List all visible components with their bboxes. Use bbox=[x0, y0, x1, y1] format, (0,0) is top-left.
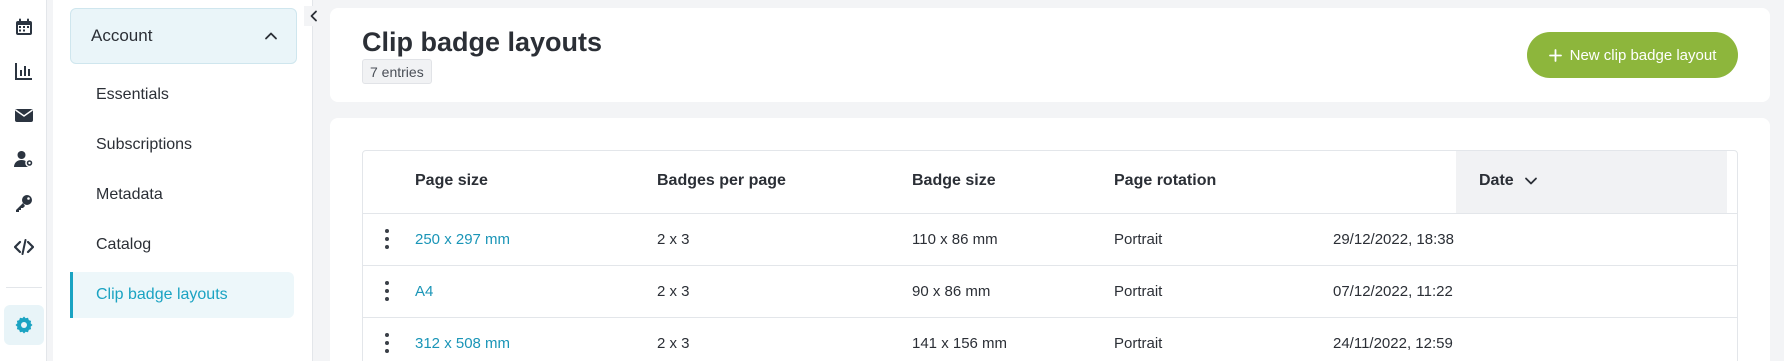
page-header: Clip badge layouts 7 entries New clip ba… bbox=[330, 8, 1770, 102]
chevron-left-icon bbox=[310, 10, 317, 22]
column-header-page-rotation[interactable]: Page rotation bbox=[1114, 172, 1216, 190]
page-rotation-cell: Portrait bbox=[1114, 231, 1163, 248]
sidebar-item-subscriptions[interactable]: Subscriptions bbox=[70, 122, 294, 168]
column-header-page-size[interactable]: Page size bbox=[415, 172, 488, 190]
plus-icon bbox=[1548, 48, 1562, 62]
layouts-table: Page size Badges per page Badge size Pag… bbox=[362, 150, 1738, 361]
entries-count-badge: 7 entries bbox=[362, 59, 432, 84]
mail-icon[interactable] bbox=[0, 93, 47, 137]
account-section-header[interactable]: Account bbox=[70, 8, 297, 64]
calendar-icon[interactable] bbox=[0, 5, 47, 49]
code-icon[interactable] bbox=[0, 225, 47, 269]
page-rotation-cell: Portrait bbox=[1114, 335, 1163, 352]
badges-per-page-cell: 2 x 3 bbox=[657, 335, 690, 352]
badge-size-cell: 141 x 156 mm bbox=[912, 335, 1008, 352]
sidebar-item-essentials[interactable]: Essentials bbox=[70, 72, 294, 118]
page-title: Clip badge layouts bbox=[362, 27, 603, 57]
badge-size-cell: 110 x 86 mm bbox=[912, 231, 998, 248]
date-cell: 24/11/2022, 12:59 bbox=[1333, 335, 1453, 352]
table-header-row: Page size Badges per page Badge size Pag… bbox=[363, 151, 1737, 214]
table-row: 250 x 297 mm 2 x 3 110 x 86 mm Portrait … bbox=[363, 214, 1737, 266]
account-section-label: Account bbox=[91, 26, 153, 45]
sidebar-item-clip-badge-layouts[interactable]: Clip badge layouts bbox=[70, 272, 294, 318]
column-header-date[interactable]: Date bbox=[1479, 172, 1538, 190]
column-header-badge-size[interactable]: Badge size bbox=[912, 172, 996, 190]
date-cell: 07/12/2022, 11:22 bbox=[1333, 283, 1453, 300]
row-actions-icon[interactable] bbox=[383, 281, 391, 301]
key-icon[interactable] bbox=[0, 181, 47, 225]
sidebar-item-metadata[interactable]: Metadata bbox=[70, 172, 294, 218]
chart-icon[interactable] bbox=[0, 49, 47, 93]
badges-per-page-cell: 2 x 3 bbox=[657, 283, 690, 300]
row-actions-icon[interactable] bbox=[383, 229, 391, 249]
table-card: Page size Badges per page Badge size Pag… bbox=[330, 118, 1770, 361]
gear-icon[interactable] bbox=[4, 305, 44, 345]
rail-divider bbox=[6, 287, 42, 288]
page-size-link[interactable]: 312 x 508 mm bbox=[415, 335, 510, 352]
icon-rail bbox=[0, 0, 47, 361]
new-button-label: New clip badge layout bbox=[1569, 46, 1717, 64]
table-row: A4 2 x 3 90 x 86 mm Portrait 07/12/2022,… bbox=[363, 266, 1737, 318]
table-row: 312 x 508 mm 2 x 3 141 x 156 mm Portrait… bbox=[363, 318, 1737, 361]
row-actions-icon[interactable] bbox=[383, 333, 391, 353]
column-header-badges-per-page[interactable]: Badges per page bbox=[657, 172, 786, 190]
chevron-up-icon bbox=[265, 32, 277, 40]
column-header-date-label: Date bbox=[1479, 172, 1514, 189]
date-cell: 29/12/2022, 18:38 bbox=[1333, 231, 1454, 248]
page-size-link[interactable]: 250 x 297 mm bbox=[415, 231, 510, 248]
collapse-sidebar-button[interactable] bbox=[304, 6, 324, 26]
page-size-link[interactable]: A4 bbox=[415, 283, 433, 300]
badge-size-cell: 90 x 86 mm bbox=[912, 283, 991, 300]
chevron-down-icon bbox=[1524, 177, 1537, 185]
badges-per-page-cell: 2 x 3 bbox=[657, 231, 690, 248]
new-clip-badge-layout-button[interactable]: New clip badge layout bbox=[1527, 32, 1738, 78]
sidebar-item-catalog[interactable]: Catalog bbox=[70, 222, 294, 268]
settings-sidebar: Account Essentials Subscriptions Metadat… bbox=[53, 0, 313, 361]
user-gear-icon[interactable] bbox=[0, 137, 47, 181]
page-rotation-cell: Portrait bbox=[1114, 283, 1163, 300]
